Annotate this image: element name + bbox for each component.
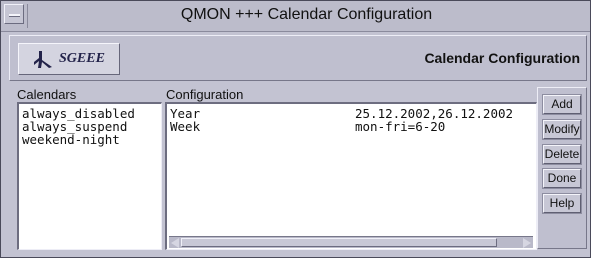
- delete-button[interactable]: Delete: [542, 144, 582, 165]
- page-title: Calendar Configuration: [424, 50, 580, 66]
- window-title: QMON +++ Calendar Configuration: [180, 6, 433, 23]
- scroll-right-icon[interactable]: [523, 238, 531, 248]
- modify-button[interactable]: Modify: [542, 119, 582, 140]
- logo-text: SGEEE: [59, 51, 105, 66]
- header-panel: SGEEE Calendar Configuration: [9, 35, 587, 81]
- config-key: Week: [170, 119, 201, 134]
- configuration-list[interactable]: Year 25.12.2002,26.12.2002 Week mon-fri=…: [165, 102, 537, 250]
- button-panel: Add Modify Delete Done Help: [537, 87, 587, 249]
- scroll-left-icon[interactable]: [171, 238, 179, 248]
- window-menu-button[interactable]: [4, 4, 24, 24]
- horizontal-scrollbar[interactable]: [169, 236, 533, 248]
- sgeee-logo: SGEEE: [18, 43, 120, 75]
- scrollbar-thumb[interactable]: [181, 238, 497, 247]
- list-item[interactable]: weekend-night: [22, 133, 161, 146]
- title-bar[interactable]: QMON +++ Calendar Configuration: [1, 1, 590, 32]
- configuration-label: Configuration: [166, 87, 244, 102]
- help-button[interactable]: Help: [542, 193, 582, 214]
- config-value: mon-fri=6-20: [355, 119, 446, 134]
- add-button[interactable]: Add: [542, 94, 582, 115]
- calendar-configuration-window: QMON +++ Calendar Configuration SGEEE Ca…: [0, 0, 591, 258]
- calendars-list[interactable]: always_disabled always_suspend weekend-n…: [17, 102, 162, 250]
- window-menu-icon: [9, 14, 20, 17]
- done-button[interactable]: Done: [542, 168, 582, 189]
- calendars-label: Calendars: [17, 87, 77, 102]
- sgeee-logo-icon: [34, 51, 52, 68]
